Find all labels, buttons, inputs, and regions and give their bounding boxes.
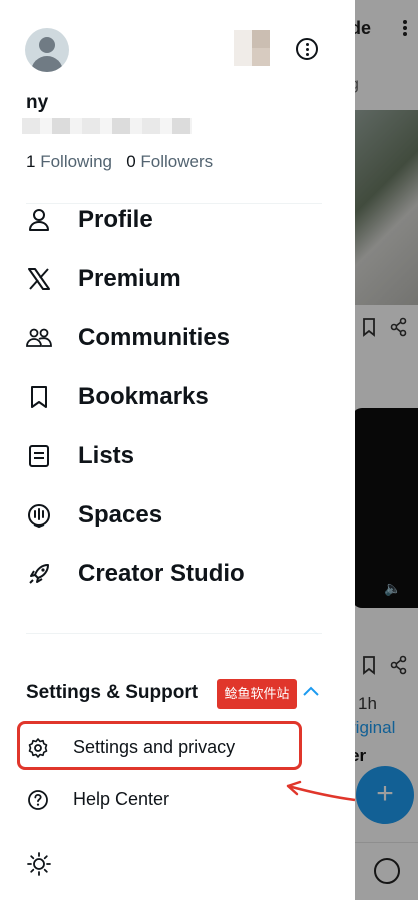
nav-item-label: Spaces <box>78 501 163 528</box>
profile-handle-redacted <box>22 118 192 134</box>
bookmark-icon <box>31 386 47 408</box>
rocket-icon <box>29 564 49 584</box>
annotation-highlight-box <box>17 721 302 770</box>
nav-item-label: Premium <box>78 265 181 292</box>
nav-item-label: Profile <box>78 206 153 233</box>
person-icon <box>29 209 49 231</box>
nav-item-communities[interactable]: Communities <box>0 311 355 365</box>
spaces-icon <box>28 504 50 529</box>
nav-item-creator-studio[interactable]: Creator Studio <box>0 547 355 601</box>
display-theme-icon[interactable] <box>27 852 51 876</box>
switch-account-avatar[interactable] <box>234 30 270 66</box>
divider <box>26 633 322 634</box>
help-icon <box>28 790 48 810</box>
nav-item-spaces[interactable]: Spaces <box>0 488 355 542</box>
nav-item-premium[interactable]: Premium <box>0 252 355 306</box>
following-count[interactable]: 1 <box>26 152 35 171</box>
nav-item-profile[interactable]: Profile <box>0 193 355 247</box>
nav-item-lists[interactable]: Lists <box>0 429 355 483</box>
avatar[interactable] <box>25 28 69 72</box>
watermark-badge: 鲶鱼软件站 <box>217 679 297 709</box>
followers-count[interactable]: 0 <box>126 152 135 171</box>
navigation-drawer: ny 1 Following 0 Followers Profile Premi… <box>0 0 356 900</box>
follow-stats: 1 Following 0 Followers <box>26 152 213 172</box>
nav-item-label: Creator Studio <box>78 560 245 587</box>
nav-item-label: Communities <box>78 324 231 351</box>
nav-item-label: Bookmarks <box>78 383 209 410</box>
list-icon <box>29 445 49 467</box>
help-center-label: Help Center <box>73 789 170 809</box>
chevron-up-icon[interactable] <box>302 684 320 698</box>
settings-support-header[interactable]: Settings & Support <box>26 682 198 704</box>
profile-username[interactable]: ny <box>26 92 48 114</box>
nav-item-label: Lists <box>78 442 135 469</box>
more-accounts-icon[interactable] <box>296 38 318 60</box>
communities-icon <box>26 328 52 347</box>
nav-item-bookmarks[interactable]: Bookmarks <box>0 370 355 424</box>
x-logo-icon <box>28 268 50 290</box>
followers-label[interactable]: Followers <box>140 152 213 171</box>
help-center-item[interactable]: Help Center <box>0 777 355 823</box>
following-label[interactable]: Following <box>40 152 112 171</box>
